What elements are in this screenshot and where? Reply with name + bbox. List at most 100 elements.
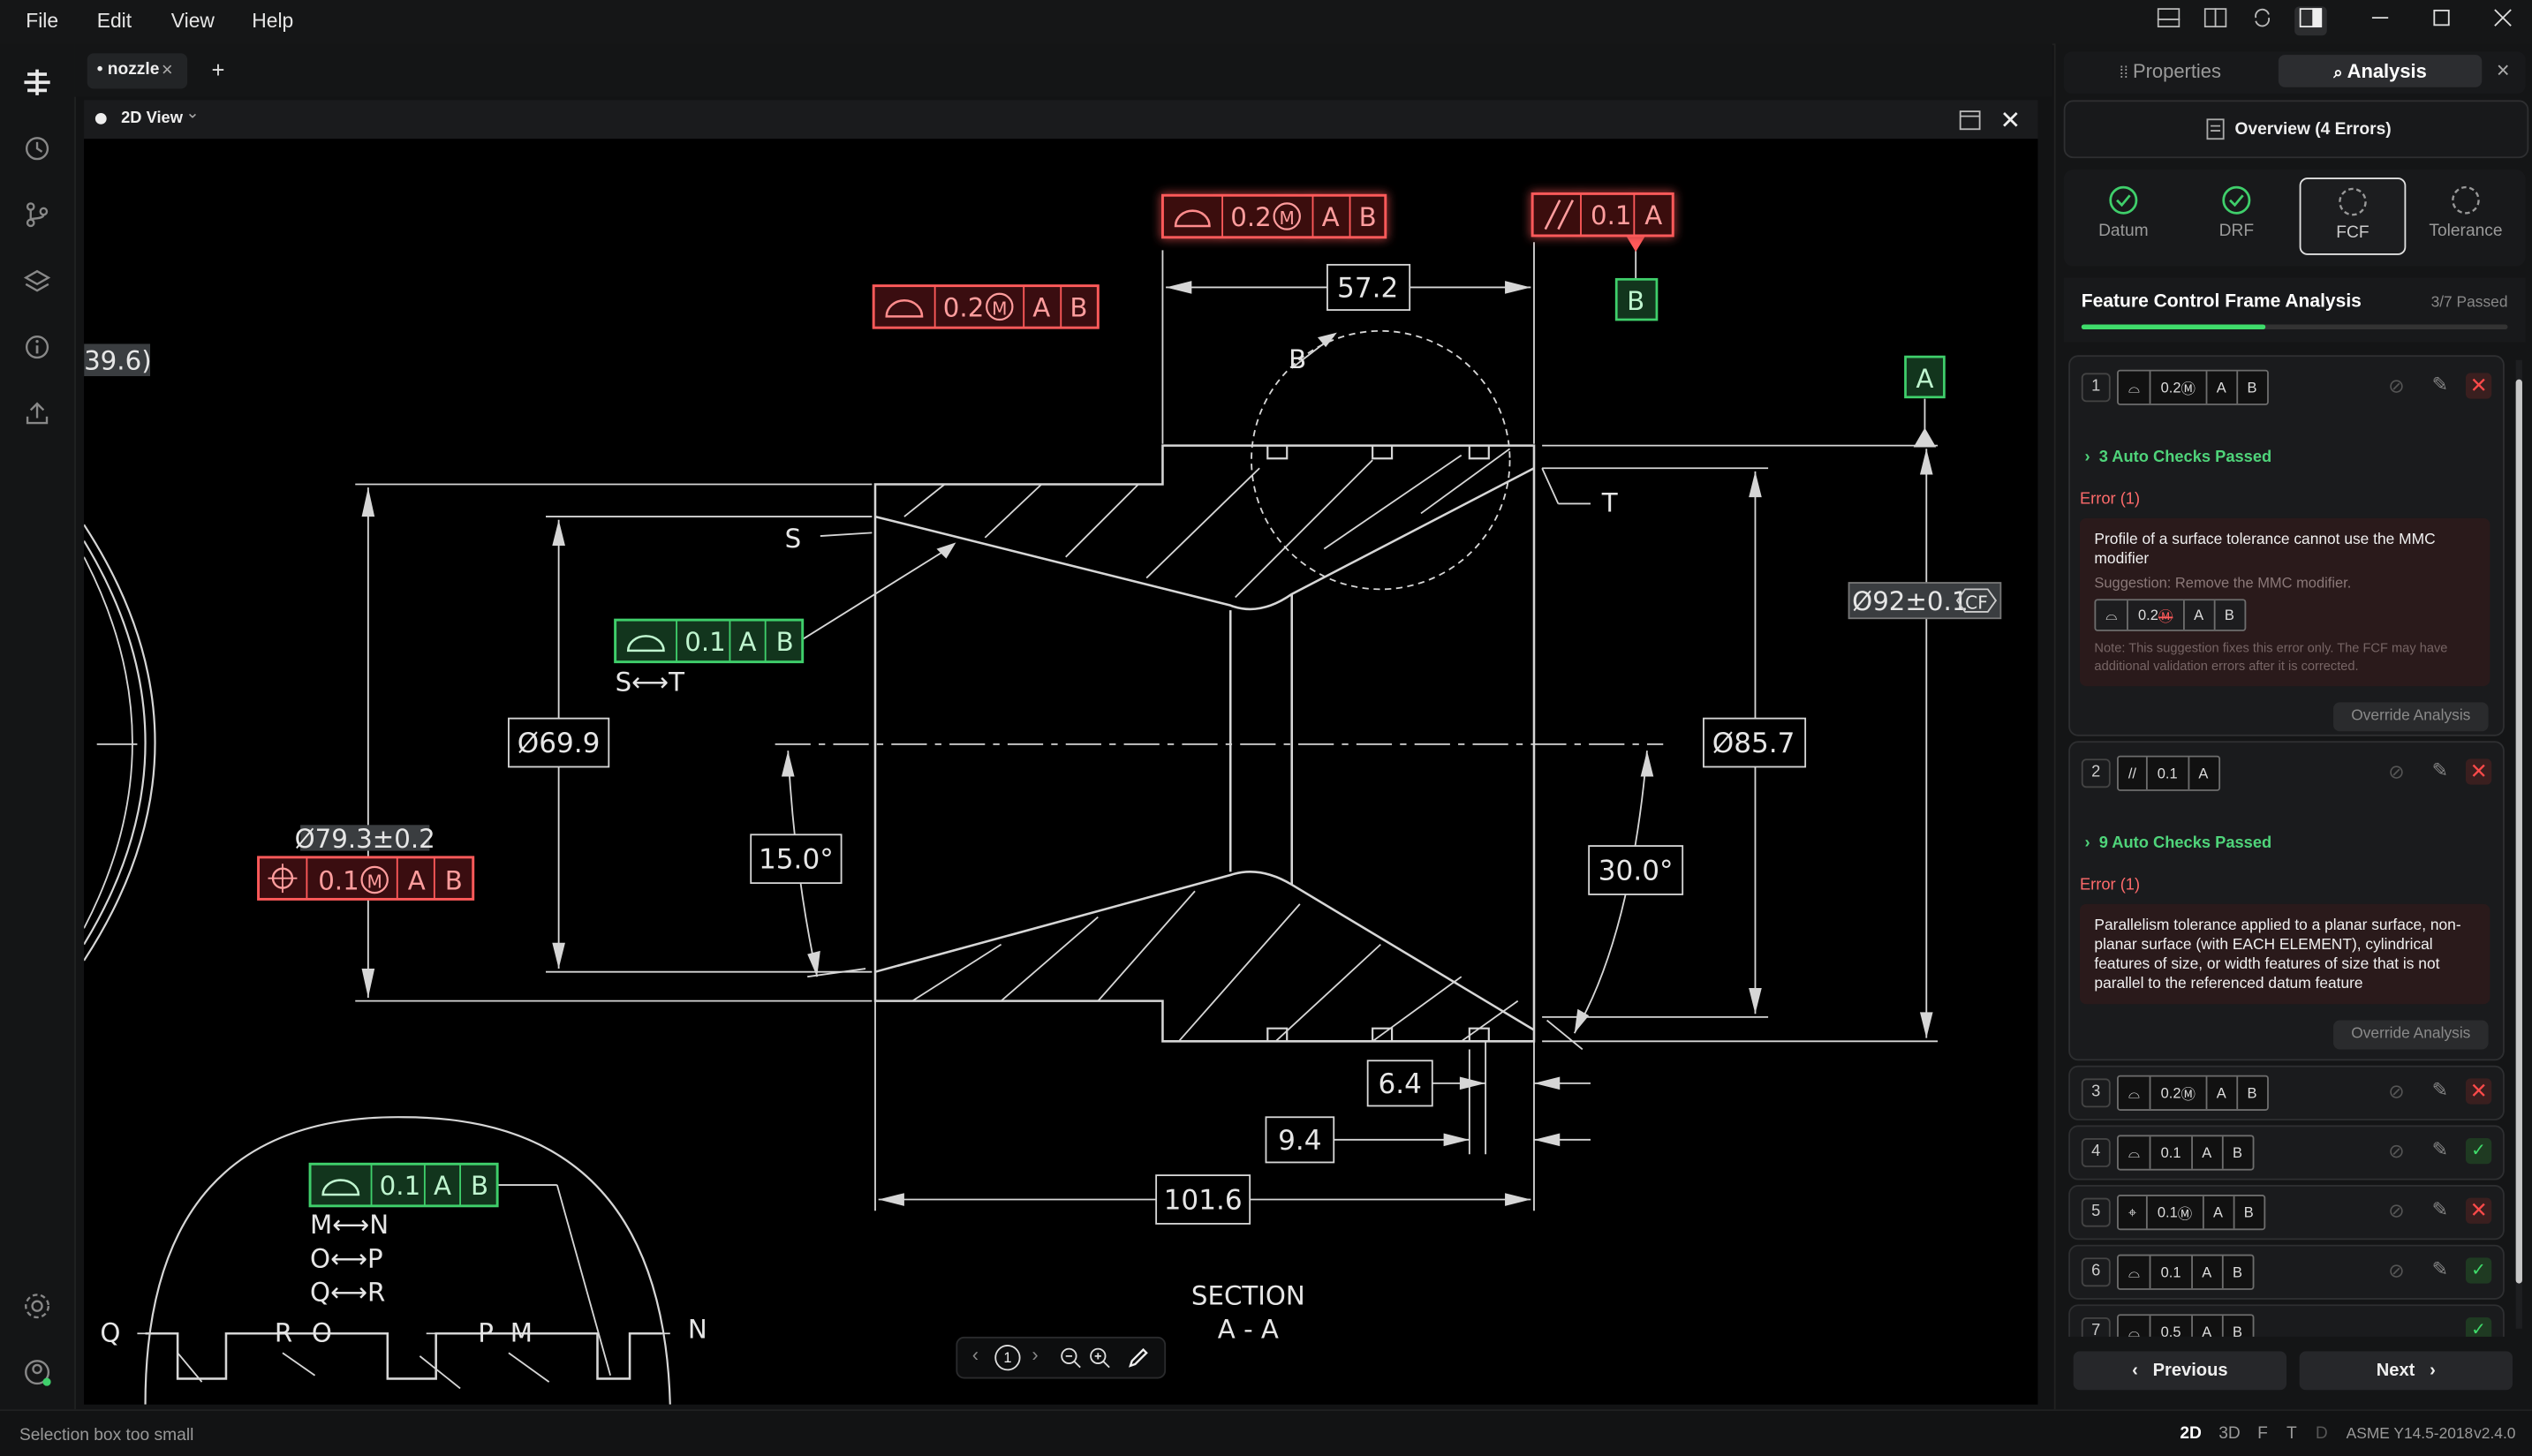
edit-icon[interactable]: ✎ (2432, 1257, 2448, 1280)
export-icon[interactable] (21, 397, 54, 430)
hide-icon[interactable]: ⊘ (2388, 1080, 2404, 1103)
hide-icon[interactable]: ⊘ (2388, 760, 2404, 783)
layout-bottom-icon[interactable] (2152, 6, 2185, 35)
fcf-profile-green-detail[interactable]: 0.1 A B (308, 1162, 499, 1208)
fcf-parallelism-error[interactable]: 0.1 A (1531, 192, 1674, 238)
settings-icon[interactable] (21, 1290, 54, 1323)
tab-nozzle[interactable]: • nozzle × (87, 53, 188, 89)
fcf-profile-top-error[interactable]: 0.2 M A B (1160, 193, 1387, 239)
dim-92[interactable]: Ø92±0.1 (1852, 586, 1968, 616)
edit-icon[interactable]: ✎ (2432, 758, 2448, 781)
check-icon[interactable]: ✓ (2465, 1316, 2492, 1337)
view-title[interactable]: 2D View (121, 109, 183, 127)
hide-icon[interactable]: ⊘ (2388, 1200, 2404, 1223)
layout-sidebar-icon[interactable] (2294, 6, 2327, 36)
auto-checks-2[interactable]: › 9 Auto Checks Passed (2084, 834, 2271, 852)
tab-close-icon[interactable]: × (162, 58, 173, 81)
history-icon[interactable] (21, 132, 54, 165)
app-logo-icon[interactable] (21, 66, 54, 99)
tab-analysis[interactable]: ⌕ Analysis (2278, 55, 2483, 87)
scrollbar-track[interactable] (2515, 359, 2522, 1329)
menu-edit[interactable]: Edit (97, 10, 132, 33)
chevron-down-icon[interactable]: ⌄ (185, 105, 199, 123)
error-x-icon[interactable]: ✕ (2465, 1197, 2492, 1224)
info-icon[interactable] (21, 331, 54, 364)
calendar-icon[interactable] (1957, 107, 1983, 132)
dim-857[interactable]: Ø85.7 (1712, 728, 1795, 759)
override-analysis-button[interactable]: Override Analysis (2333, 1020, 2489, 1050)
error-x-icon[interactable]: ✕ (2465, 758, 2492, 785)
dim-39[interactable]: 39.6) (84, 346, 152, 376)
pencil-icon[interactable] (1125, 1345, 1151, 1370)
page-number[interactable]: 1 (994, 1345, 1021, 1371)
step-tolerance[interactable]: Tolerance (2414, 177, 2517, 255)
menu-help[interactable]: Help (252, 10, 293, 33)
edit-icon[interactable]: ✎ (2432, 1078, 2448, 1101)
zoom-in-icon[interactable] (1088, 1347, 1111, 1369)
mode-3d[interactable]: 3D (2218, 1424, 2241, 1444)
fcf-item-7[interactable]: 7 ⌓ 0.5 A B ✓ (2068, 1304, 2505, 1337)
maximize-icon[interactable] (2425, 6, 2458, 35)
suggested-fcf[interactable]: ⌓ 0.2 Ⓜ A B (2094, 599, 2246, 631)
fcf-profile-green[interactable]: 0.1 A B (614, 618, 805, 664)
prev-page-icon[interactable]: ‹ (972, 1343, 979, 1366)
next-button[interactable]: Next › (2299, 1351, 2513, 1391)
edit-icon[interactable]: ✎ (2432, 1198, 2448, 1221)
close-panel-icon[interactable]: × (2497, 57, 2510, 82)
hide-icon[interactable]: ⊘ (2388, 1140, 2404, 1163)
step-datum[interactable]: Datum (2072, 177, 2175, 255)
fcf-item-4[interactable]: 4 ⌓ 0.1 A B ⊘ ✎ ✓ (2068, 1125, 2505, 1181)
mode-2d[interactable]: 2D (2180, 1424, 2202, 1444)
next-page-icon[interactable]: › (1032, 1343, 1038, 1366)
fcf-item-3[interactable]: 3 ⌓ 0.2 Ⓜ A B ⊘ ✎ ✕ (2068, 1065, 2505, 1120)
account-icon[interactable] (21, 1356, 54, 1389)
scrollbar-thumb[interactable] (2515, 379, 2522, 1284)
dim-15[interactable]: 15.0° (759, 844, 834, 876)
error-x-icon[interactable]: ✕ (2465, 1078, 2492, 1105)
layers-icon[interactable] (21, 265, 54, 298)
check-icon[interactable]: ✓ (2465, 1138, 2492, 1165)
fcf-item-1[interactable]: 1 ⌓ 0.2 Ⓜ A B ⊘ ✎ ✕ › 3 Auto Checks Passe… (2068, 355, 2505, 736)
fcf-item-5[interactable]: 5 ⌖ 0.1 Ⓜ A B ⊘ ✎ ✕ (2068, 1185, 2505, 1241)
close-window-icon[interactable] (2487, 6, 2520, 35)
branch-icon[interactable] (21, 199, 54, 231)
menu-view[interactable]: View (171, 10, 215, 33)
edit-icon[interactable]: ✎ (2432, 373, 2448, 396)
auto-checks-1[interactable]: › 3 Auto Checks Passed (2084, 449, 2271, 466)
datum-b[interactable]: B (1627, 286, 1644, 316)
fcf-item-2[interactable]: 2 // 0.1 A ⊘ ✎ ✕ › 9 Auto Checks Passed … (2068, 741, 2505, 1061)
check-icon[interactable]: ✓ (2465, 1257, 2492, 1284)
datum-a[interactable]: A (1916, 364, 1933, 394)
dim-57[interactable]: 57.2 (1337, 272, 1398, 304)
error-x-icon[interactable]: ✕ (2465, 373, 2492, 399)
dim-1016[interactable]: 101.6 (1164, 1184, 1243, 1216)
dim-79[interactable]: Ø79.3±0.2 (295, 824, 435, 854)
layout-split-icon[interactable] (2199, 6, 2232, 35)
mode-t[interactable]: T (2286, 1424, 2297, 1444)
fcf-position-error[interactable]: 0.1 M A B (257, 856, 475, 901)
tab-properties[interactable]: ⁞⁞ Properties (2066, 55, 2276, 87)
menu-file[interactable]: File (26, 10, 58, 33)
dim-30[interactable]: 30.0° (1599, 855, 1674, 886)
mode-d[interactable]: D (2316, 1424, 2328, 1444)
edit-icon[interactable]: ✎ (2432, 1138, 2448, 1161)
hide-icon[interactable]: ⊘ (2388, 374, 2404, 397)
mode-f[interactable]: F (2257, 1424, 2268, 1444)
hide-icon[interactable]: ⊘ (2388, 1259, 2404, 1282)
fcf-item-6[interactable]: 6 ⌓ 0.1 A B ⊘ ✎ ✓ (2068, 1244, 2505, 1300)
fcf-profile-left-error[interactable]: 0.2 M A B (872, 284, 1100, 329)
dim-69[interactable]: Ø69.9 (518, 728, 601, 759)
add-tab-button[interactable]: + (212, 57, 225, 82)
overview-card[interactable]: Overview (4 Errors) (2063, 100, 2529, 159)
sync-icon[interactable] (2246, 6, 2279, 35)
dim-64[interactable]: 6.4 (1379, 1068, 1422, 1100)
minimize-icon[interactable] (2364, 6, 2397, 35)
step-fcf[interactable]: FCF (2299, 177, 2407, 255)
override-analysis-button[interactable]: Override Analysis (2333, 702, 2489, 732)
drawing-canvas[interactable]: 57.2 Ø69.9 15.0° Ø85.7 30.0° 6.4 9.4 101… (84, 139, 2038, 1405)
zoom-out-icon[interactable] (1059, 1347, 1082, 1369)
close-view-icon[interactable] (1998, 107, 2023, 132)
dim-94[interactable]: 9.4 (1278, 1125, 1321, 1157)
step-drf[interactable]: DRF (2185, 177, 2288, 255)
previous-button[interactable]: ‹ Previous (2073, 1351, 2287, 1391)
